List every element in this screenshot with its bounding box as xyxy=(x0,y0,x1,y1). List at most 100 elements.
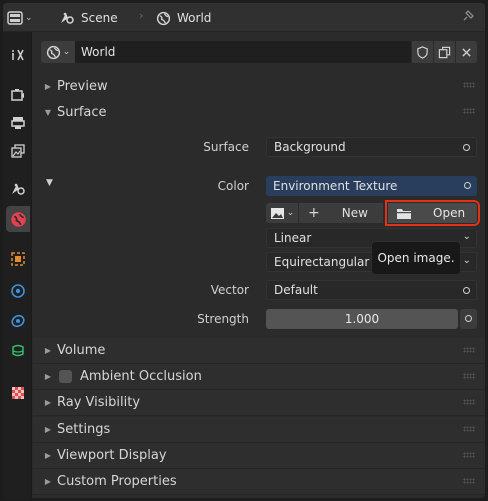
data-icon xyxy=(12,344,24,357)
open-image-label: Open xyxy=(433,206,466,220)
projection-value: Equirectangular xyxy=(274,255,370,269)
duplicate-button[interactable] xyxy=(433,41,455,63)
properties-tab-strip xyxy=(3,32,32,498)
drag-grip-icon[interactable] xyxy=(463,82,475,88)
tab-constraints[interactable] xyxy=(6,308,30,334)
socket-icon[interactable] xyxy=(464,182,471,189)
surface-shader-field[interactable]: Background xyxy=(266,137,477,157)
tab-scene[interactable] xyxy=(6,176,30,202)
breadcrumb-scene[interactable]: Scene xyxy=(59,8,118,28)
close-icon xyxy=(462,47,471,57)
view-layer-icon xyxy=(11,144,25,158)
expand-triangle-icon: ▶ xyxy=(44,398,51,407)
panel-settings-header[interactable]: ▶ Settings xyxy=(33,417,485,443)
world-name-field[interactable]: World xyxy=(75,41,411,63)
new-image-button[interactable]: + New xyxy=(299,203,383,223)
drag-grip-icon[interactable] xyxy=(463,399,475,405)
constraints-icon xyxy=(11,314,25,328)
color-input-field[interactable]: Environment Texture xyxy=(266,176,477,196)
tooltip: Open image. xyxy=(371,241,461,275)
panel-viewport-display-label: Viewport Display xyxy=(57,448,167,463)
editor-type-button[interactable]: ⌄ xyxy=(7,8,45,28)
panel-preview-label: Preview xyxy=(57,78,108,94)
tab-texture[interactable] xyxy=(6,380,30,406)
chevron-down-icon: ⌄ xyxy=(462,255,471,266)
expand-triangle-icon: ▶ xyxy=(44,451,51,460)
properties-editor: ⌄ Scene › World ⌄ World ▶ Preview ▼ Surf… xyxy=(3,3,485,498)
panel-preview-header[interactable]: ▶ Preview xyxy=(33,73,485,99)
panel-viewport-display-header[interactable]: ▶ Viewport Display xyxy=(33,443,485,469)
collapse-triangle-icon[interactable]: ▼ xyxy=(46,178,53,188)
chevron-down-icon: ⌄ xyxy=(286,208,295,218)
drag-grip-icon[interactable] xyxy=(463,426,475,432)
drag-grip-icon[interactable] xyxy=(463,452,475,458)
image-browse-button[interactable]: ⌄ xyxy=(266,203,298,223)
panel-volume-header[interactable]: ▶ Volume xyxy=(33,338,485,364)
panel-volume-label: Volume xyxy=(57,343,106,358)
texture-icon xyxy=(12,387,24,399)
chevron-down-icon: ⌄ xyxy=(462,231,471,242)
header: ⌄ Scene › World xyxy=(3,3,485,32)
tab-output[interactable] xyxy=(6,110,30,136)
chevron-down-icon: ⌄ xyxy=(62,47,71,57)
chevron-down-icon: ⌄ xyxy=(25,13,33,23)
breadcrumb-world-label: World xyxy=(177,11,212,25)
expand-triangle-icon: ▶ xyxy=(44,81,51,91)
panel-ambient-occlusion-label: Ambient Occlusion xyxy=(80,369,202,384)
panel-custom-properties-header[interactable]: ▶ Custom Properties xyxy=(33,469,485,495)
open-image-button[interactable]: Open xyxy=(385,200,480,226)
socket-icon xyxy=(465,315,472,322)
socket-icon[interactable] xyxy=(463,287,470,294)
tab-tool[interactable] xyxy=(6,42,30,68)
vector-input-field[interactable]: Default xyxy=(266,280,477,300)
strength-socket-button[interactable] xyxy=(460,309,477,329)
interpolation-value: Linear xyxy=(274,231,312,245)
world-datablock-row: ⌄ World xyxy=(41,41,477,63)
breadcrumb-world[interactable]: World xyxy=(156,8,211,28)
drag-grip-icon[interactable] xyxy=(463,478,475,484)
tab-world[interactable] xyxy=(6,206,30,232)
copy-icon xyxy=(438,46,451,58)
vector-input-value: Default xyxy=(274,283,318,297)
pin-button[interactable] xyxy=(461,9,475,26)
plus-icon: + xyxy=(308,205,320,221)
world-icon xyxy=(156,11,171,25)
panel-surface-header[interactable]: ▼ Surface xyxy=(33,99,485,125)
unlink-button[interactable] xyxy=(455,41,477,63)
tab-physics[interactable] xyxy=(6,278,30,304)
expand-triangle-icon: ▶ xyxy=(44,425,51,434)
drag-grip-icon[interactable] xyxy=(463,108,475,114)
tab-object[interactable] xyxy=(6,246,30,272)
breadcrumb-separator: › xyxy=(139,9,144,22)
panel-ambient-occlusion-header[interactable]: ▶ Ambient Occlusion xyxy=(33,364,485,390)
panel-surface-label: Surface xyxy=(57,104,107,120)
fake-user-button[interactable] xyxy=(411,41,433,63)
render-icon xyxy=(11,89,24,101)
scene-icon xyxy=(61,12,74,24)
folder-icon xyxy=(397,208,411,219)
drag-grip-icon[interactable] xyxy=(463,347,475,353)
color-label: Color xyxy=(217,179,249,193)
panel-custom-properties-label: Custom Properties xyxy=(57,474,177,489)
tool-icon xyxy=(12,49,24,61)
world-tab-icon xyxy=(10,211,26,227)
surface-label: Surface xyxy=(203,140,249,154)
panel-settings-label: Settings xyxy=(57,422,111,437)
shield-icon xyxy=(417,45,428,59)
panel-ray-visibility-label: Ray Visibility xyxy=(57,395,141,410)
vector-label: Vector xyxy=(210,283,249,297)
panel-ray-visibility-header[interactable]: ▶ Ray Visibility xyxy=(33,390,485,416)
ambient-occlusion-checkbox[interactable] xyxy=(59,370,72,383)
output-icon xyxy=(11,117,25,129)
strength-slider[interactable]: 1.000 xyxy=(266,309,458,329)
tab-render[interactable] xyxy=(6,82,30,108)
tab-view-layer[interactable] xyxy=(6,138,30,164)
world-browse-button[interactable]: ⌄ xyxy=(41,41,75,63)
properties-content: ⌄ World ▶ Preview ▼ Surface Surface Back… xyxy=(33,33,485,498)
expand-triangle-icon: ▶ xyxy=(44,477,51,486)
breadcrumb-scene-label: Scene xyxy=(81,11,118,25)
socket-icon[interactable] xyxy=(463,144,470,151)
drag-grip-icon[interactable] xyxy=(463,373,475,379)
tab-data[interactable] xyxy=(6,338,30,364)
new-image-label: New xyxy=(341,206,368,220)
